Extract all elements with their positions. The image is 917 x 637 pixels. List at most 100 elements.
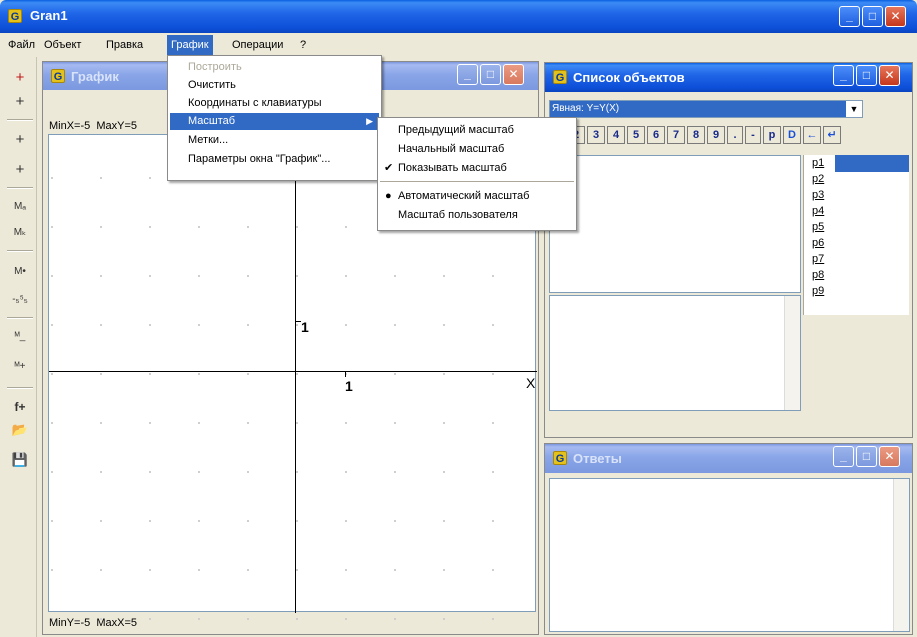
digit-button-12[interactable]: p: [763, 126, 781, 144]
menu-item-auto-scale[interactable]: ● Автоматический масштаб: [380, 188, 574, 205]
x-axis-label: X: [526, 375, 536, 391]
digit-button-9[interactable]: 9: [707, 126, 725, 144]
digit-button-10[interactable]: .: [727, 126, 743, 144]
function-type-select[interactable]: Явная: Y=Y(X) ▼: [549, 100, 863, 118]
zoom-in-icon[interactable]: ᴹ+: [6, 354, 34, 380]
menu-item-build[interactable]: Построить: [170, 59, 379, 76]
point2-icon[interactable]: +: [6, 157, 34, 183]
digit-button-8[interactable]: 8: [687, 126, 705, 144]
digit-button-6[interactable]: 6: [647, 126, 665, 144]
minimize-button[interactable]: _: [839, 6, 860, 27]
answers-title-bar[interactable]: G Ответы _ □ ✕: [545, 444, 912, 473]
menu-item-labels[interactable]: Метки...: [170, 132, 379, 149]
grid-dot: [149, 422, 151, 424]
param-item[interactable]: p7: [804, 251, 909, 267]
menu-edit[interactable]: Правка: [102, 35, 147, 55]
grid-dot: [394, 422, 396, 424]
grid-dot: [394, 520, 396, 522]
answers-maximize-button[interactable]: □: [856, 446, 877, 467]
menu-item-show-scale[interactable]: ✔ Показывать масштаб: [380, 160, 574, 177]
grid-dot: [492, 618, 494, 620]
maximize-button[interactable]: □: [862, 6, 883, 27]
menu-item-user-scale[interactable]: Масштаб пользователя: [380, 207, 574, 224]
param-item[interactable]: p5: [804, 219, 909, 235]
zoom-out-icon[interactable]: ᴹ_: [6, 324, 34, 350]
menu-item-scale[interactable]: Масштаб ▶: [170, 113, 379, 130]
answers-minimize-button[interactable]: _: [833, 446, 854, 467]
grid-dot: [247, 373, 249, 375]
answers-text-area[interactable]: [549, 478, 910, 632]
chevron-down-icon[interactable]: ▼: [846, 101, 862, 117]
menu-item-graph-params[interactable]: Параметры окна "График"...: [170, 151, 379, 168]
answers-scrollbar[interactable]: [893, 479, 909, 631]
objects-minimize-button[interactable]: _: [833, 65, 854, 86]
save-icon[interactable]: 💾: [6, 447, 34, 473]
digit-button-15[interactable]: ↵: [823, 126, 841, 144]
param-item[interactable]: p2: [804, 171, 909, 187]
grid-dot: [443, 471, 445, 473]
close-button[interactable]: ✕: [885, 6, 906, 27]
y-axis: [295, 135, 296, 613]
point-icon[interactable]: +: [6, 127, 34, 153]
digit-button-7[interactable]: 7: [667, 126, 685, 144]
menu-item-auto-scale-label: Автоматический масштаб: [398, 190, 530, 202]
menu-item-clear[interactable]: Очистить: [170, 77, 379, 94]
digit-button-13[interactable]: D: [783, 126, 801, 144]
digit-buttons-row: 123456789.-pD←↵: [545, 126, 914, 146]
objects-close-button[interactable]: ✕: [879, 65, 900, 86]
grid-dot: [247, 520, 249, 522]
digit-button-11[interactable]: -: [745, 126, 761, 144]
answers-close-button[interactable]: ✕: [879, 446, 900, 467]
objects-title-bar[interactable]: G Список объектов _ □ ✕: [545, 63, 912, 92]
scale-dot-icon[interactable]: M•: [6, 259, 34, 285]
graph-minimize-button[interactable]: _: [457, 64, 478, 85]
params-list[interactable]: p1 p2 p3 p4 p5 p6 p7 p8 p9: [803, 155, 909, 315]
cross-icon[interactable]: +: [6, 89, 34, 115]
menu-item-keyboard-coords[interactable]: Координаты с клавиатуры: [170, 95, 379, 112]
grid-dot: [100, 373, 102, 375]
scale-s-icon[interactable]: -₅⁵₅: [6, 287, 34, 313]
graph-close-button[interactable]: ✕: [503, 64, 524, 85]
grid-dot: [296, 373, 298, 375]
grid-dot: [149, 373, 151, 375]
param-item[interactable]: p6: [804, 235, 909, 251]
grid-dot: [51, 324, 53, 326]
add-point-red-icon[interactable]: +: [6, 65, 34, 91]
grid-dot: [100, 569, 102, 571]
menu-item-initial-scale[interactable]: Начальный масштаб: [380, 141, 574, 158]
menu-item-prev-scale[interactable]: Предыдущий масштаб: [380, 122, 574, 139]
grid-dot: [296, 324, 298, 326]
grid-dot: [443, 422, 445, 424]
param-item[interactable]: p9: [804, 283, 909, 299]
menu-operations[interactable]: Операции: [228, 35, 287, 55]
grid-dot: [100, 422, 102, 424]
digit-button-3[interactable]: 3: [587, 126, 605, 144]
grid-dot: [296, 275, 298, 277]
param-item[interactable]: p4: [804, 203, 909, 219]
objects-window: G Список объектов _ □ ✕ Явная: Y=Y(X) ▼ …: [544, 62, 913, 438]
param-item[interactable]: p3: [804, 187, 909, 203]
open-folder-icon[interactable]: 📂: [6, 417, 34, 443]
scale-k-icon[interactable]: Mₖ: [6, 220, 34, 246]
digit-button-14[interactable]: ←: [803, 126, 821, 144]
objects-maximize-button[interactable]: □: [856, 65, 877, 86]
menu-object[interactable]: Объект: [40, 35, 85, 55]
menu-help[interactable]: ?: [296, 35, 310, 55]
menu-file[interactable]: Файл: [4, 35, 39, 55]
grid-dot: [100, 275, 102, 277]
param-item[interactable]: p8: [804, 267, 909, 283]
digit-button-4[interactable]: 4: [607, 126, 625, 144]
digit-button-5[interactable]: 5: [627, 126, 645, 144]
menu-graph[interactable]: График: [167, 35, 213, 55]
object-text-area[interactable]: [549, 295, 801, 411]
grid-dot: [149, 275, 151, 277]
grid-dot: [51, 373, 53, 375]
object-list-area[interactable]: [549, 155, 801, 293]
grid-dot: [51, 422, 53, 424]
app-title-bar[interactable]: G Gran1 _ □ ✕: [0, 0, 917, 33]
grid-dot: [443, 618, 445, 620]
scale-a-icon[interactable]: Mₐ: [6, 194, 34, 220]
grid-dot: [394, 569, 396, 571]
graph-maximize-button[interactable]: □: [480, 64, 501, 85]
scrollbar[interactable]: [784, 296, 800, 410]
